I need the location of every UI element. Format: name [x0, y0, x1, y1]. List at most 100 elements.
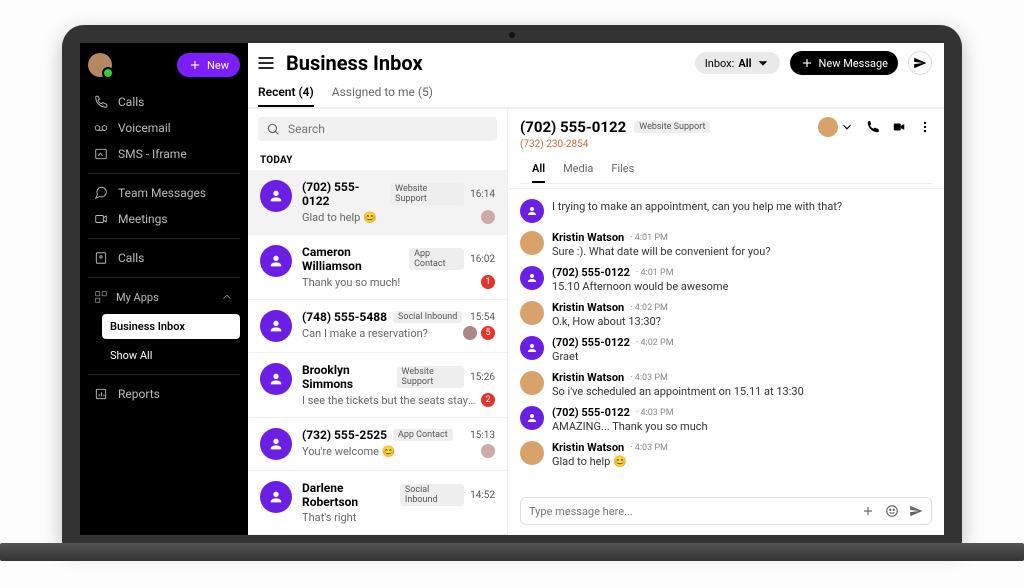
video-icon[interactable]	[892, 120, 906, 134]
menu-icon[interactable]	[256, 53, 276, 73]
main: Business Inbox Inbox: All New Message Re…	[248, 43, 944, 535]
myapps-toggle[interactable]: My Apps	[88, 284, 240, 310]
nav-label: Team Messages	[118, 186, 206, 200]
conversation-row[interactable]: Cameron WilliamsonApp Contact16:02Thank …	[248, 235, 507, 300]
nav-team-messages[interactable]: Team Messages	[88, 180, 240, 206]
inbox-filter[interactable]: Inbox: All	[695, 52, 780, 74]
mini-avatar	[481, 210, 495, 224]
conversation-tag: Social Inbound	[393, 311, 462, 323]
conversation-row[interactable]: (702) 555-0122Website Support16:14Glad t…	[248, 170, 507, 235]
chevron-up-icon	[220, 290, 234, 304]
thread-title: (702) 555-0122	[520, 118, 626, 136]
call-icon[interactable]	[866, 120, 880, 134]
conversation-tag: Website Support	[390, 183, 464, 205]
page-title: Business Inbox	[286, 51, 685, 75]
search-icon	[266, 122, 280, 136]
nav-label: SMS - Iframe	[118, 147, 187, 161]
search-input[interactable]	[288, 122, 489, 136]
message-text: 15.10 Afternoon would be awesome	[552, 280, 932, 293]
announce-icon[interactable]	[908, 51, 932, 75]
send-icon[interactable]	[909, 504, 923, 518]
sidebar-show-all[interactable]: Show All	[102, 343, 240, 368]
nav-sms[interactable]: SMS - Iframe	[88, 141, 240, 167]
message-sender: (702) 555-0122	[552, 336, 630, 349]
new-button[interactable]: New	[177, 53, 240, 77]
thread-tab-files[interactable]: Files	[611, 158, 634, 183]
header: Business Inbox Inbox: All New Message	[248, 43, 944, 77]
conversation-tag: App Contact	[393, 429, 453, 441]
inbox-column: TODAY (702) 555-0122Website Support16:14…	[248, 109, 508, 535]
message-time: · 4:03 PM	[630, 373, 668, 383]
contact-avatar	[260, 180, 292, 212]
message-row: Kristin Watson· 4:02 PMO.k, How about 13…	[520, 297, 932, 332]
camera-dot	[509, 32, 515, 38]
search-box[interactable]	[258, 117, 497, 141]
thread-tab-all[interactable]: All	[532, 158, 545, 183]
inbox-value: All	[738, 57, 751, 70]
message-sender: (702) 555-0122	[552, 406, 630, 419]
message-avatar	[520, 301, 544, 325]
nav-voicemail[interactable]: Voicemail	[88, 115, 240, 141]
conversation-preview: Glad to help 😊	[302, 211, 481, 224]
divider	[88, 173, 240, 174]
nav-meetings[interactable]: Meetings	[88, 206, 240, 232]
message-avatar	[520, 371, 544, 395]
message-avatar	[520, 231, 544, 255]
more-icon[interactable]	[918, 120, 932, 134]
conversation-name: (702) 555-0122	[302, 180, 384, 208]
nav-label: Calls	[118, 251, 144, 265]
conversation-row[interactable]: Darlene Robertson Social Inbound 14:52 That…	[248, 471, 507, 535]
contact-avatar	[260, 481, 292, 513]
composer-input[interactable]	[529, 505, 851, 518]
assignee-picker[interactable]	[818, 117, 854, 137]
message-sender: (702) 555-0122	[552, 266, 630, 279]
tab-assigned[interactable]: Assigned to me (5)	[332, 77, 433, 107]
message-text: O.k, How about 13:30?	[552, 315, 932, 328]
divider	[88, 238, 240, 239]
thread-tag: Website Support	[634, 121, 710, 133]
new-message-button[interactable]: New Message	[790, 51, 898, 75]
message-row: Kristin Watson· 4:03 PMGlad to help 😊	[520, 437, 932, 472]
add-icon[interactable]	[861, 504, 875, 518]
message-text: AMAZING... Thank you so much	[552, 420, 932, 433]
conversation-preview: You're welcome 😊	[302, 445, 481, 458]
message-text: I trying to make an appointment, can you…	[552, 200, 932, 213]
message-row: (702) 555-0122· 4:01 PM15.10 Afternoon w…	[520, 262, 932, 297]
nav-label: Voicemail	[118, 121, 171, 135]
conversation-row[interactable]: Brooklyn SimmonsWebsite Support15:26I se…	[248, 353, 507, 418]
user-avatar[interactable]	[88, 53, 112, 77]
nav-reports[interactable]: Reports	[88, 381, 240, 407]
nav-calls[interactable]: Calls	[88, 89, 240, 115]
send-icon	[913, 56, 927, 70]
conversation-list: (702) 555-0122Website Support16:14Glad t…	[248, 170, 507, 535]
unread-badge: 1	[481, 275, 495, 289]
assignee-avatar	[818, 117, 838, 137]
composer[interactable]	[520, 497, 932, 525]
message-text: Sure :). What date will be convenient fo…	[552, 245, 932, 258]
conversation-preview: That's right	[302, 511, 495, 524]
message-row: (702) 555-0122· 4:03 PMAMAZING... Thank …	[520, 402, 932, 437]
conversation-row[interactable]: (748) 555-5488Social Inbound15:54Can I m…	[248, 300, 507, 353]
conversation-time: 14:52	[470, 490, 495, 501]
message-row: (702) 555-0122· 4:02 PMGraet	[520, 332, 932, 367]
myapps-label: My Apps	[116, 291, 159, 304]
unread-badge: 2	[481, 393, 495, 407]
emoji-icon[interactable]	[885, 504, 899, 518]
conversation-time: 15:54	[470, 312, 495, 323]
sidebar-item-business-inbox[interactable]: Business Inbox	[102, 314, 240, 339]
message-time: · 4:02 PM	[630, 303, 668, 313]
conversation-name: Darlene Robertson	[302, 481, 394, 509]
conversation-row[interactable]: (732) 555-2525App Contact15:13You're wel…	[248, 418, 507, 471]
contact-avatar	[260, 310, 292, 342]
tab-recent[interactable]: Recent (4)	[258, 77, 314, 107]
nav-calls-2[interactable]: Calls	[88, 245, 240, 271]
plus-icon	[800, 56, 814, 70]
thread-tab-media[interactable]: Media	[563, 158, 593, 183]
message-avatar	[520, 406, 544, 430]
conversation-name: (748) 555-5488	[302, 310, 387, 324]
thread-subtitle: (732) 230-2854	[520, 139, 932, 150]
conversation-preview: I see the tickets but the seats stayed a…	[302, 394, 481, 407]
inbox-label: Inbox:	[705, 57, 735, 70]
nav-label: Meetings	[118, 212, 168, 226]
conversation-tag: Social Inbound	[400, 484, 464, 506]
